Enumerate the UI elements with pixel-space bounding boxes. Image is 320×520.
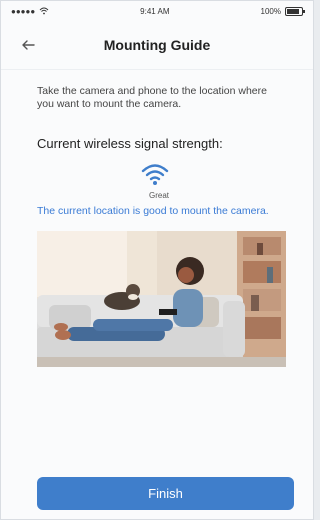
instructions-text: Take the camera and phone to the locatio…	[37, 85, 267, 110]
header: Mounting Guide	[1, 21, 313, 70]
signal-dots: ●●●●●	[11, 6, 36, 16]
back-arrow-icon[interactable]	[17, 34, 39, 56]
status-time: 9:41 AM	[140, 6, 170, 16]
mounting-location-photo	[37, 231, 286, 367]
finish-button[interactable]: Finish	[37, 477, 294, 510]
signal-label: Great	[149, 191, 170, 200]
signal-message: The current location is good to mount th…	[37, 205, 269, 217]
battery-percent: 100%	[260, 6, 281, 16]
page-title: Mounting Guide	[103, 37, 211, 53]
content: Take the camera and phone to the locatio…	[1, 71, 313, 519]
battery-icon	[285, 6, 305, 16]
status-left: ●●●●●	[11, 7, 49, 16]
wifi-status-icon	[39, 7, 49, 15]
wifi-icon	[140, 163, 170, 187]
status-right: 100%	[260, 6, 305, 16]
status-bar: ●●●●● 9:41 AM 100%	[1, 1, 313, 21]
phone-screen: ●●●●● 9:41 AM 100% Mounting Guide Take t…	[0, 0, 314, 520]
signal-heading: Current wireless signal strength:	[37, 136, 223, 151]
